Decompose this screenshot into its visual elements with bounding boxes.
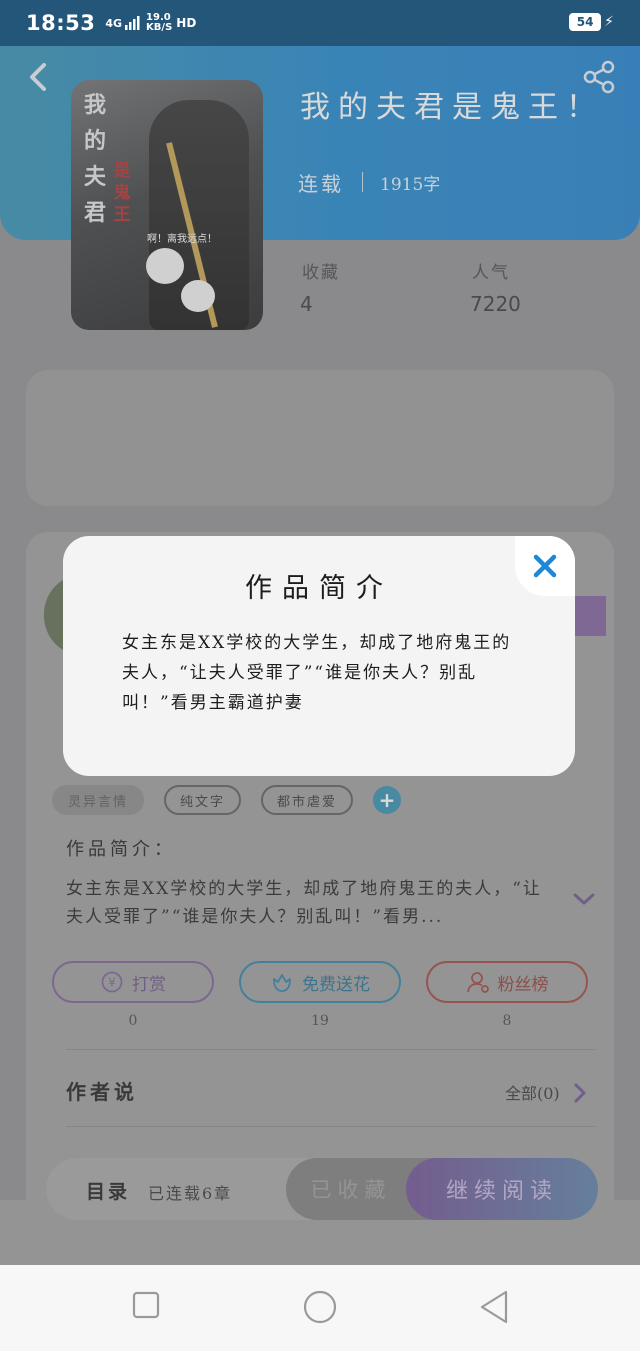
back-triangle-icon[interactable] [478,1290,510,1324]
word-count: 1915字 [380,175,441,195]
charging-icon: ⚡ [604,14,614,30]
chapter-progress: 已连载6章 [148,1184,233,1203]
network-speed: 19.0 KB/S [146,13,172,33]
add-tag-icon[interactable]: + [373,786,402,814]
svg-text:¥: ¥ [108,976,116,990]
status-bar: 18:53 4G 19.0 KB/S HD 54 ⚡ [0,0,640,46]
status-divider [362,172,363,192]
book-cover[interactable]: 我的夫君 是鬼王 啊！离我远点！ [71,80,263,330]
book-title: 我的夫君是鬼王！ [300,90,604,125]
chevron-down-icon[interactable] [572,890,596,908]
table-of-contents-button[interactable]: 目录 [86,1177,130,1204]
dialog-body-text: 女主东是XX学校的大学生，却成了地府鬼王的夫人，“让夫人受罪了”“谁是你夫人？别… [122,633,512,713]
signal-icon [125,16,140,30]
tag-item[interactable]: 纯文字 [164,785,242,815]
reward-count: 0 [128,1013,138,1029]
chevron-right-icon[interactable] [572,1082,588,1104]
send-flower-label: 免费送花 [302,974,370,995]
flower-icon [270,970,294,994]
system-navigation-bar [0,1265,640,1351]
yen-icon: ¥ [100,970,124,994]
intro-heading: 作品简介： [66,839,176,860]
status-time: 18:53 [26,11,96,35]
banner-card [26,370,614,506]
dialog-title: 作品简介 [245,573,393,604]
reward-button[interactable]: ¥ 打赏 [52,961,214,1003]
stat-label-popularity: 人气 [472,263,510,283]
user-icon [466,970,490,994]
battery-level: 54 [569,13,602,31]
stat-value-popularity: 7220 [470,292,521,316]
recent-apps-icon[interactable] [132,1291,160,1319]
cover-ghost [146,248,184,284]
tag-item[interactable]: 灵异言情 [52,785,145,815]
reward-label: 打赏 [132,974,166,995]
fan-count: 8 [502,1013,512,1029]
tag-list: 灵异言情 纯文字 都市虐爱 + [52,785,402,815]
author-say-heading: 作者说 [66,1080,138,1104]
fan-ranking-button[interactable]: 粉丝榜 [426,961,588,1003]
home-icon[interactable] [303,1290,337,1324]
cover-subtitle-text: 是鬼王 [113,161,131,225]
cover-title-text: 我的夫君 [83,93,106,226]
cover-bubble-text: 啊！离我远点！ [147,234,217,245]
send-flower-button[interactable]: 免费送花 [239,961,401,1003]
divider [66,1049,596,1050]
author-say-all-link[interactable]: 全部(0) [505,1080,560,1104]
stat-label-favorites: 收藏 [302,263,340,283]
divider [66,1126,596,1127]
cover-ghost [181,280,215,312]
continue-reading-button[interactable]: 继续阅读 [406,1158,598,1220]
stat-value-favorites: 4 [300,292,313,316]
book-status: 连载 [298,172,344,196]
intro-text[interactable]: 女主东是XX学校的大学生，却成了地府鬼王的夫人，“让夫人受罪了”“谁是你夫人？别… [66,875,556,931]
fan-ranking-label: 粉丝榜 [497,974,549,995]
network-type: 4G [105,16,123,30]
back-arrow-icon[interactable] [24,60,52,94]
hd-indicator: HD [176,16,197,30]
speed-unit: KB/S [146,22,173,33]
tag-item[interactable]: 都市虐爱 [261,785,354,815]
battery-indicator: 54 ⚡ [569,13,614,31]
flower-count: 19 [311,1013,329,1029]
